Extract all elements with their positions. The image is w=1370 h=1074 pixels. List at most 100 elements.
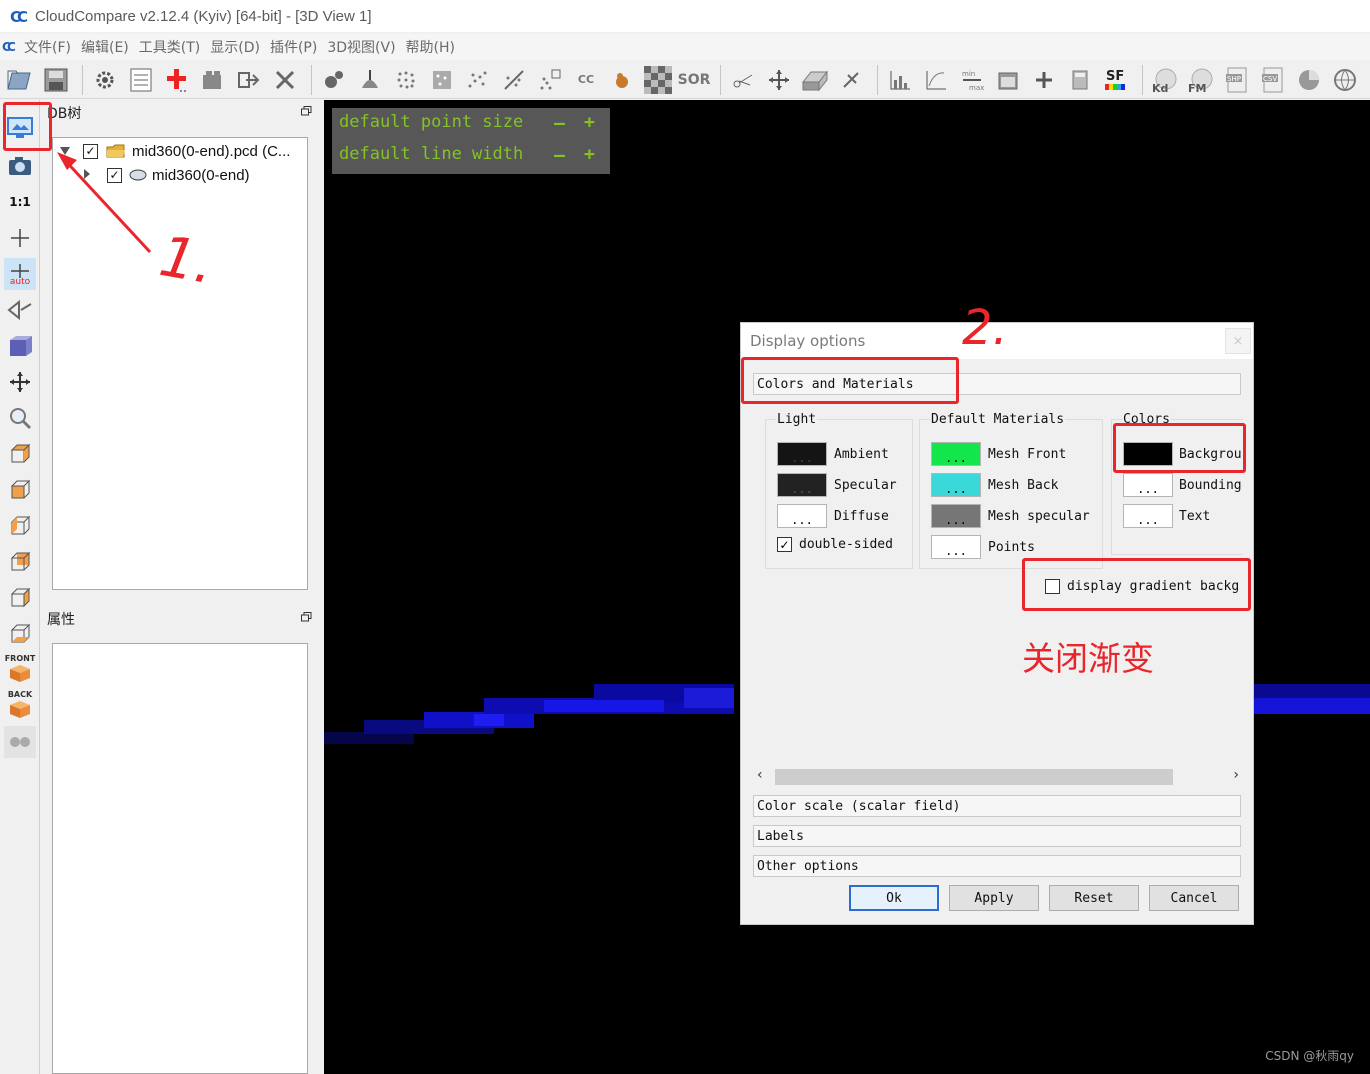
gear-point-icon[interactable] <box>89 64 121 96</box>
annotation-box-colors-materials <box>741 357 959 404</box>
reset-button[interactable]: Reset <box>1049 885 1139 911</box>
fast-marching-icon[interactable]: FM <box>1185 64 1217 96</box>
checker-icon[interactable] <box>642 64 674 96</box>
text-label: Text <box>1179 509 1211 524</box>
view-left-icon[interactable] <box>4 510 36 542</box>
ok-button[interactable]: Ok <box>849 885 939 911</box>
view-front-cube-icon[interactable] <box>4 474 36 506</box>
svg-text:FM: FM <box>1188 82 1206 95</box>
delete-icon[interactable] <box>269 64 301 96</box>
sor-filter-icon[interactable]: SOR <box>678 64 711 96</box>
globe-icon[interactable] <box>1329 64 1361 96</box>
box-icon[interactable] <box>799 64 831 96</box>
scroll-thumb[interactable] <box>775 769 1173 785</box>
menu-file[interactable]: 文件(F) <box>24 37 71 57</box>
mesh-back-color-button[interactable]: ... <box>931 473 981 497</box>
translate-icon[interactable] <box>763 64 795 96</box>
cc-icon[interactable]: CC <box>570 64 602 96</box>
swatch-dots: ... <box>945 544 967 558</box>
menu-display[interactable]: 显示(D) <box>210 37 260 57</box>
perspective-icon[interactable] <box>4 294 36 326</box>
scroll-left-icon[interactable]: ‹ <box>757 767 763 783</box>
add-red-cross-icon[interactable] <box>161 64 193 96</box>
scalar-field-icon[interactable]: SF <box>1100 64 1132 96</box>
histogram-icon[interactable] <box>884 64 916 96</box>
view-right-icon[interactable] <box>4 582 36 614</box>
points-color-button[interactable]: ... <box>931 535 981 559</box>
db-tree-title: DB树 <box>47 106 82 122</box>
menu-help[interactable]: 帮助(H) <box>406 37 455 57</box>
pie-icon[interactable] <box>1293 64 1325 96</box>
pick-icon[interactable] <box>835 64 867 96</box>
plus-icon[interactable] <box>1028 64 1060 96</box>
auto-pivot-button[interactable]: auto <box>4 258 36 290</box>
zoom-ratio-button[interactable]: 1:1 <box>4 186 36 218</box>
apply-button[interactable]: Apply <box>949 885 1039 911</box>
view-bottom-icon[interactable] <box>4 618 36 650</box>
sample-icon[interactable] <box>318 64 350 96</box>
csv-export-icon[interactable]: CSV <box>1257 64 1289 96</box>
ambient-label: Ambient <box>834 447 889 462</box>
normals-icon[interactable] <box>354 64 386 96</box>
diffuse-color-button[interactable]: ... <box>777 504 827 528</box>
view-top-icon[interactable] <box>4 438 36 470</box>
zoom-icon[interactable] <box>4 402 36 434</box>
cancel-button[interactable]: Cancel <box>1149 885 1239 911</box>
toolbar-separator <box>720 64 721 95</box>
density-icon[interactable] <box>390 64 422 96</box>
camera-icon[interactable] <box>4 150 36 182</box>
toolbar-separator <box>82 64 83 95</box>
text-color-button[interactable]: ... <box>1123 504 1173 528</box>
mesh-specular-color-button[interactable]: ... <box>931 504 981 528</box>
menu-bar: CC 文件(F) 编辑(E) 工具类(T) 显示(D) 插件(P) 3D视图(V… <box>0 34 1370 60</box>
mesh-front-color-button[interactable]: ... <box>931 442 981 466</box>
shp-export-icon[interactable]: SHP <box>1221 64 1253 96</box>
bounding-box-color-button[interactable]: ... <box>1123 473 1173 497</box>
menu-plugins[interactable]: 插件(P) <box>270 37 317 57</box>
calendar-icon[interactable] <box>992 64 1024 96</box>
segment-icon[interactable] <box>498 64 530 96</box>
calculator-icon[interactable] <box>1064 64 1096 96</box>
view-back-cube-icon[interactable] <box>4 546 36 578</box>
cube-view-icon[interactable] <box>4 330 36 362</box>
scatter-icon[interactable] <box>534 64 566 96</box>
scroll-right-icon[interactable]: › <box>1233 767 1239 783</box>
point-size-decrease[interactable]: — <box>554 113 565 134</box>
color-scale-section[interactable]: Color scale (scalar field) <box>753 795 1241 817</box>
cloud-merge-icon[interactable] <box>197 64 229 96</box>
export-icon[interactable] <box>233 64 265 96</box>
curve-icon[interactable] <box>920 64 952 96</box>
move-icon[interactable] <box>4 366 36 398</box>
kd-tree-icon[interactable]: Kd <box>1149 64 1181 96</box>
ambient-color-button[interactable]: ... <box>777 442 827 466</box>
swatch-dots: ... <box>791 482 813 496</box>
horizontal-scrollbar[interactable]: ‹ › <box>753 767 1243 787</box>
minmax-icon[interactable]: min max <box>956 64 988 96</box>
point-size-increase[interactable]: + <box>584 112 595 133</box>
light-title: Light <box>776 412 818 427</box>
specular-color-button[interactable]: ... <box>777 473 827 497</box>
float-panel-icon[interactable] <box>301 612 312 625</box>
other-options-section[interactable]: Other options <box>753 855 1241 877</box>
menu-tools[interactable]: 工具类(T) <box>139 37 200 57</box>
line-width-increase[interactable]: + <box>584 144 595 165</box>
menu-3dviews[interactable]: 3D视图(V) <box>327 37 395 57</box>
stereo-icon[interactable] <box>4 726 36 758</box>
scissors-icon[interactable] <box>727 64 759 96</box>
subsample-icon[interactable] <box>426 64 458 96</box>
bird-icon[interactable] <box>606 64 638 96</box>
save-icon[interactable] <box>40 64 72 96</box>
back-iso-icon[interactable]: BACK <box>4 688 36 720</box>
front-iso-icon[interactable]: FRONT <box>4 652 36 684</box>
list-icon[interactable] <box>125 64 157 96</box>
close-button[interactable]: × <box>1225 328 1251 354</box>
labels-section[interactable]: Labels <box>753 825 1241 847</box>
float-panel-icon[interactable] <box>301 106 312 119</box>
double-sided-checkbox[interactable]: ✓ <box>777 537 792 552</box>
tree-item-label: mid360(0-end) <box>152 166 250 184</box>
menu-edit[interactable]: 编辑(E) <box>81 37 129 57</box>
line-width-decrease[interactable]: — <box>554 145 565 166</box>
noise-icon[interactable] <box>462 64 494 96</box>
open-folder-icon[interactable] <box>4 64 36 96</box>
crosshair-icon[interactable] <box>4 222 36 254</box>
